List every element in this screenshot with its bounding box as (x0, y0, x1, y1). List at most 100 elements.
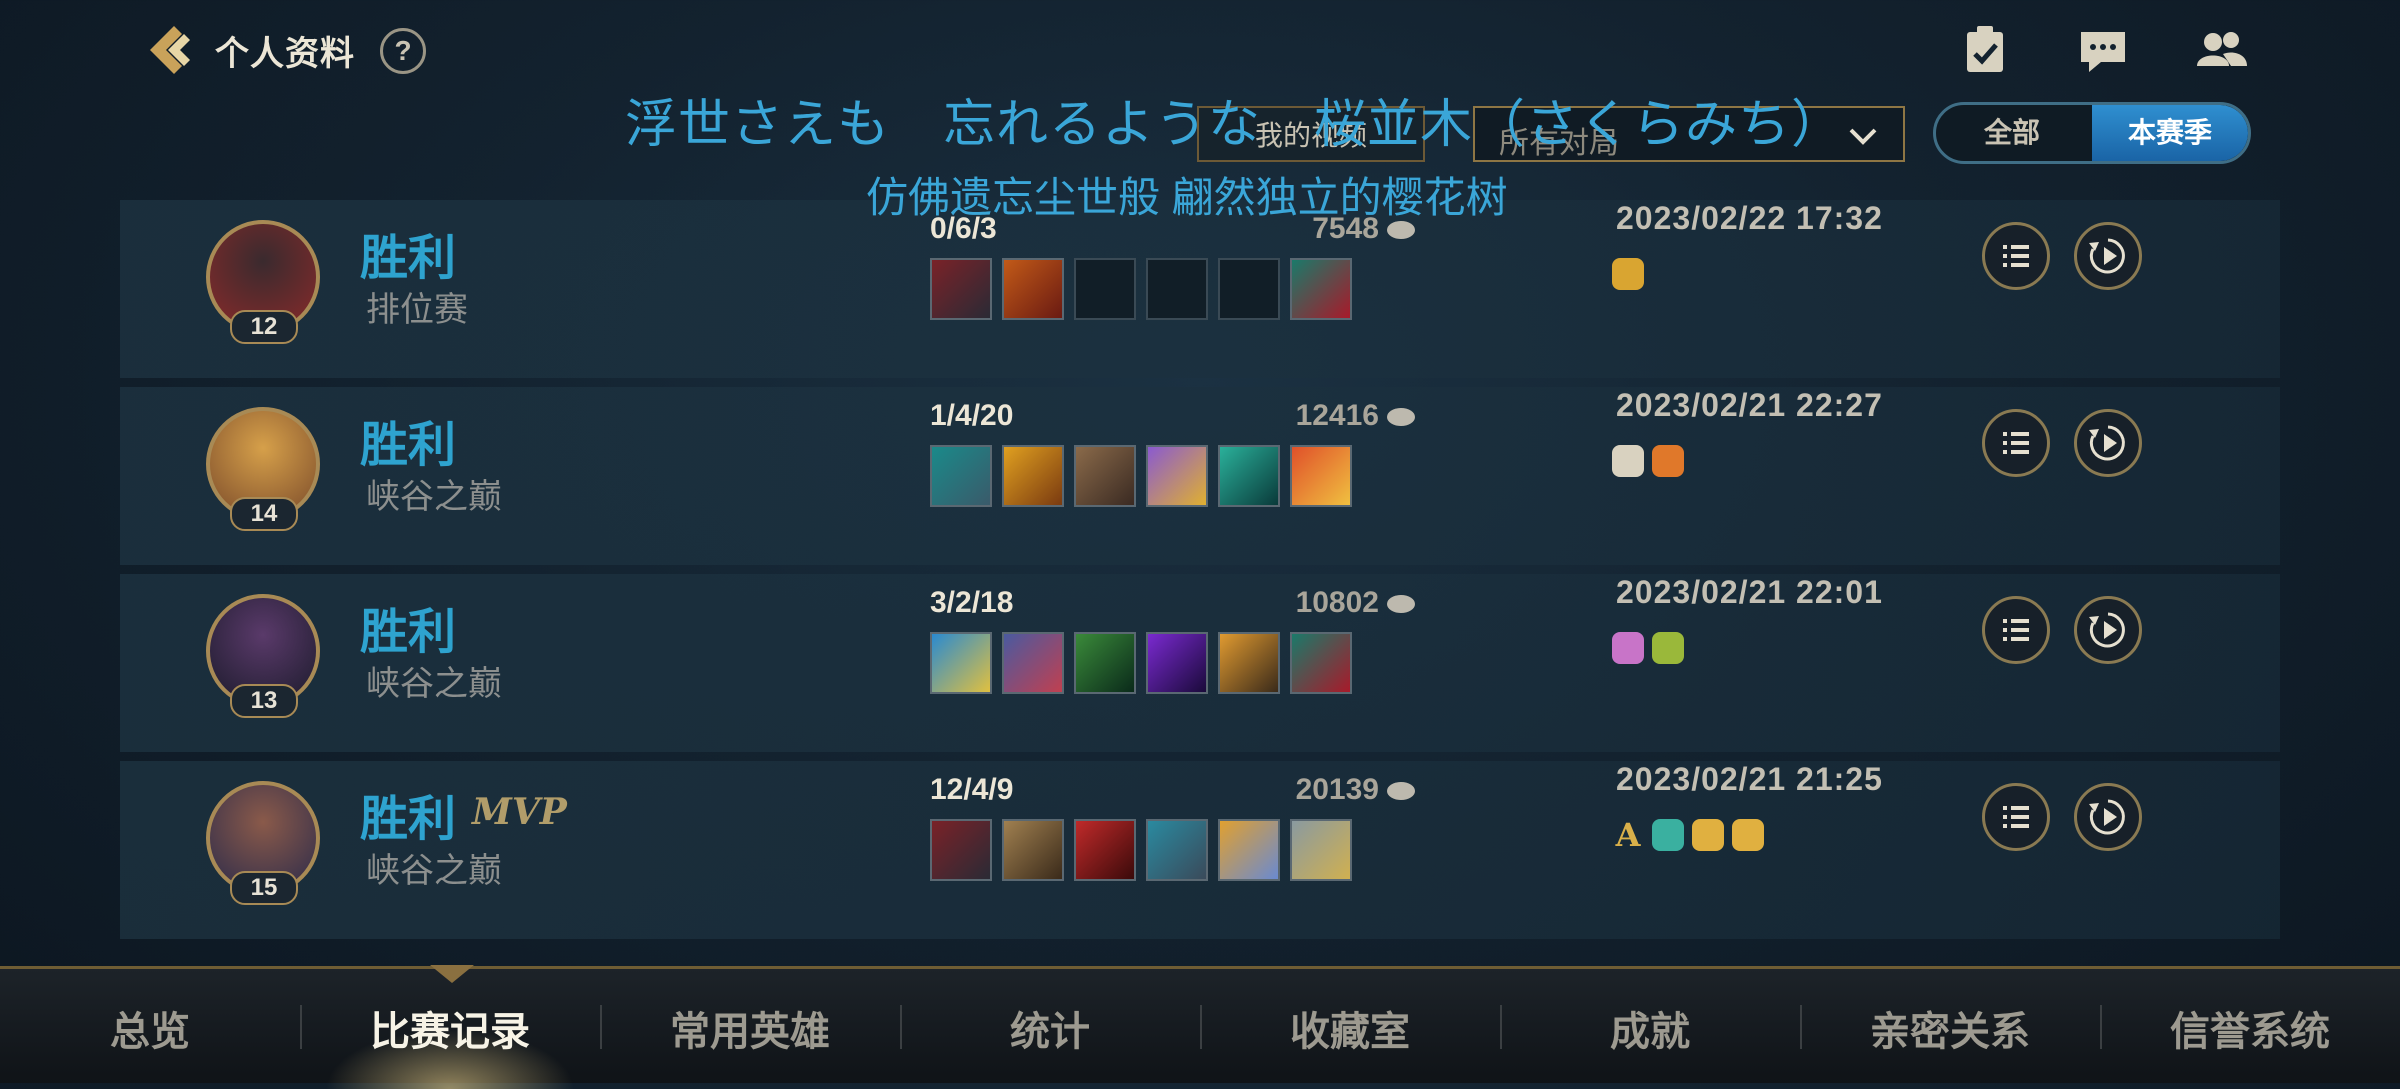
match-details-button[interactable] (1982, 596, 2050, 664)
tab-credit-system[interactable]: 信誉系统 (2100, 999, 2400, 1057)
item-icon (930, 819, 992, 881)
replay-icon (2089, 425, 2125, 461)
match-replay-button[interactable] (2074, 783, 2142, 851)
achievement-badge-icon: A (1615, 816, 1641, 854)
kda-value: 3/2/18 (930, 586, 1014, 619)
friends-icon (2197, 32, 2247, 66)
help-button[interactable]: ? (380, 28, 426, 74)
achievement-badge-icon (1612, 632, 1644, 664)
gold-amount: 20139 (1215, 773, 1415, 807)
hero-level-badge: 14 (230, 497, 298, 531)
match-details-button[interactable] (1982, 783, 2050, 851)
back-button[interactable] (140, 20, 200, 80)
mvp-badge: MVP (472, 791, 567, 833)
item-icon (930, 258, 992, 320)
achievement-badge-icon (1652, 445, 1684, 477)
match-replay-button[interactable] (2074, 409, 2142, 477)
match-mode: 峡谷之巅 (366, 478, 502, 516)
match-row[interactable]: 14 胜利 峡谷之巅 1/4/20 12416 2023/02/21 22:27 (120, 387, 2280, 565)
clipboard-check-icon (1967, 26, 2003, 72)
lyric-subtitle-chinese: 仿佛遗忘尘世般 翩然独立的樱花树 (866, 174, 1508, 221)
tab-overview[interactable]: 总览 (0, 999, 300, 1057)
match-mode: 峡谷之巅 (366, 852, 502, 890)
gold-amount: 12416 (1215, 399, 1415, 433)
match-details-button[interactable] (1982, 222, 2050, 290)
item-icon (1002, 445, 1064, 507)
item-icon (1218, 445, 1280, 507)
match-details-button[interactable] (1982, 409, 2050, 477)
empty-item-slot (1146, 258, 1208, 320)
gold-value: 10802 (1295, 586, 1379, 619)
page-title: 个人资料 (215, 35, 355, 73)
item-icon (930, 445, 992, 507)
tab-achievements[interactable]: 成就 (1500, 999, 1800, 1057)
match-datetime: 2023/02/21 21:25 (1616, 761, 1883, 797)
item-icon (1290, 819, 1352, 881)
match-datetime: 2023/02/22 17:32 (1616, 200, 1883, 236)
match-datetime: 2023/02/21 22:27 (1616, 387, 1883, 423)
match-datetime: 2023/02/21 22:01 (1616, 574, 1883, 610)
tab-statistics[interactable]: 统计 (900, 999, 1200, 1057)
match-row[interactable]: 13 胜利 峡谷之巅 3/2/18 10802 2023/02/21 22:01 (120, 574, 2280, 752)
tab-match-history[interactable]: 比赛记录 (300, 999, 600, 1057)
empty-item-slot (1218, 258, 1280, 320)
achievement-badge-icon (1652, 819, 1684, 851)
task-checklist-button[interactable] (1957, 22, 2013, 78)
list-icon (2003, 245, 2029, 267)
achievement-badge-icon (1732, 819, 1764, 851)
match-result: 胜利 (360, 232, 457, 285)
back-arrow-icon (150, 26, 190, 74)
hero-level-badge: 15 (230, 871, 298, 905)
list-icon (2003, 806, 2029, 828)
item-icon (1146, 819, 1208, 881)
item-icon (1290, 258, 1352, 320)
gold-coin-icon (1387, 782, 1415, 801)
match-replay-button[interactable] (2074, 596, 2142, 664)
item-icon (1074, 819, 1136, 881)
match-mode: 峡谷之巅 (366, 665, 502, 703)
gold-value: 20139 (1295, 773, 1379, 806)
tab-relationships[interactable]: 亲密关系 (1800, 999, 2100, 1057)
replay-icon (2089, 799, 2125, 835)
item-icon (1218, 632, 1280, 694)
list-icon (2003, 432, 2029, 454)
match-replay-button[interactable] (2074, 222, 2142, 290)
lyric-subtitle-japanese: 浮世さえも 忘れるような 桜並木（さくらみち） (625, 96, 1845, 154)
item-icon (930, 632, 992, 694)
item-icon (1290, 632, 1352, 694)
match-result: 胜利 (360, 793, 457, 846)
active-tab-pointer (430, 965, 474, 983)
item-icon (1146, 632, 1208, 694)
match-mode: 排位赛 (366, 291, 468, 329)
hero-level-badge: 12 (230, 310, 298, 344)
bottom-tab-bar: 总览 比赛记录 常用英雄 统计 收藏室 成就 亲密关系 信誉系统 (0, 965, 2400, 1089)
item-icon (1218, 819, 1280, 881)
item-icon (1290, 445, 1352, 507)
friends-button[interactable] (2193, 22, 2249, 78)
toggle-all-option[interactable]: 全部 (1936, 105, 2088, 161)
match-row[interactable]: 12 胜利 排位赛 0/6/3 7548 2023/02/22 17:32 (120, 200, 2280, 378)
item-icon (1002, 819, 1064, 881)
item-icon (1002, 258, 1064, 320)
gold-coin-icon (1387, 595, 1415, 614)
kda-value: 1/4/20 (930, 399, 1014, 432)
achievement-badge-icon (1692, 819, 1724, 851)
hero-level-badge: 13 (230, 684, 298, 718)
achievement-badge-icon (1612, 258, 1644, 290)
empty-item-slot (1074, 258, 1136, 320)
tab-common-heroes[interactable]: 常用英雄 (600, 999, 900, 1057)
kda-value: 12/4/9 (930, 773, 1014, 806)
tab-collection[interactable]: 收藏室 (1200, 999, 1500, 1057)
chat-button[interactable] (2075, 22, 2131, 78)
toggle-season-option[interactable]: 本赛季 (2092, 105, 2248, 161)
gold-coin-icon (1387, 408, 1415, 427)
match-row[interactable]: 15 胜利 MVP 峡谷之巅 12/4/9 20139 2023/02/21 2… (120, 761, 2280, 939)
chat-bubble-icon (2081, 32, 2125, 72)
gold-value: 12416 (1295, 399, 1379, 432)
gold-amount: 10802 (1215, 586, 1415, 620)
season-toggle[interactable]: 全部 本赛季 (1933, 102, 2251, 164)
achievement-badge-icon (1612, 445, 1644, 477)
match-result: 胜利 (360, 419, 457, 472)
item-icon (1074, 445, 1136, 507)
match-result: 胜利 (360, 606, 457, 659)
